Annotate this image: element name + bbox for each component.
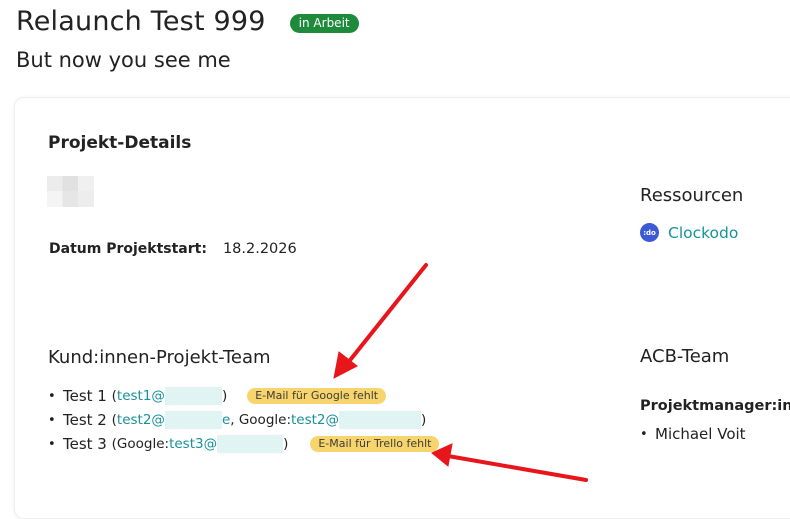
arrow-line-google <box>345 263 428 366</box>
annotation-arrows <box>333 263 588 482</box>
arrow-head-trello <box>431 443 453 467</box>
arrow-line-trello <box>446 454 588 482</box>
